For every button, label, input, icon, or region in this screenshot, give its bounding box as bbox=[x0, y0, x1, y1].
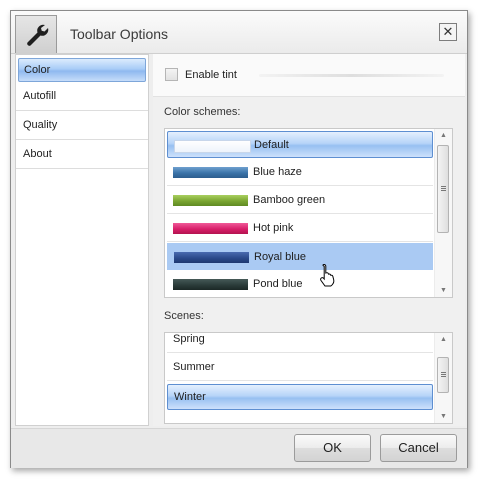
close-button[interactable]: ✕ bbox=[439, 23, 457, 41]
dialog-footer: OK Cancel bbox=[11, 428, 467, 468]
toolbar-options-dialog: Toolbar Options ✕ Color Autofill Quality… bbox=[10, 10, 468, 468]
nav-item-about[interactable]: About bbox=[16, 140, 148, 169]
enable-tint-checkbox[interactable] bbox=[165, 68, 178, 81]
grip-icon bbox=[441, 186, 446, 187]
scheme-default[interactable]: Default bbox=[167, 131, 433, 158]
nav-item-quality[interactable]: Quality bbox=[16, 111, 148, 140]
nav-item-autofill[interactable]: Autofill bbox=[16, 82, 148, 111]
scheme-swatch bbox=[174, 140, 251, 153]
scheme-swatch bbox=[174, 252, 249, 263]
hand-cursor-icon bbox=[320, 263, 335, 287]
scroll-up-arrow-icon[interactable]: ▲ bbox=[440, 132, 447, 139]
nav-item-color[interactable]: Color bbox=[18, 58, 146, 82]
color-settings-panel: Enable tint Color schemes: Default Blue … bbox=[153, 54, 465, 426]
scroll-up-arrow-icon[interactable]: ▲ bbox=[440, 336, 447, 343]
dialog-title: Toolbar Options bbox=[70, 26, 169, 42]
grip-icon bbox=[441, 372, 446, 373]
tint-slider[interactable] bbox=[259, 74, 444, 77]
scheme-label: Hot pink bbox=[253, 222, 294, 234]
scheme-swatch bbox=[173, 279, 248, 290]
color-schemes-label: Color schemes: bbox=[164, 106, 241, 118]
enable-tint-label: Enable tint bbox=[185, 69, 237, 81]
scheme-label: Bamboo green bbox=[253, 194, 326, 206]
scrollbar-thumb[interactable] bbox=[437, 357, 449, 393]
scheme-label: Blue haze bbox=[253, 166, 302, 178]
scene-summer[interactable]: Summer bbox=[167, 355, 433, 381]
scheme-bamboo-green[interactable]: Bamboo green bbox=[167, 187, 433, 214]
scheme-label: Default bbox=[254, 139, 289, 151]
scheme-hot-pink[interactable]: Hot pink bbox=[167, 215, 433, 242]
color-schemes-list: Default Blue haze Bamboo green Hot pink … bbox=[164, 128, 453, 298]
scene-spring[interactable]: Spring bbox=[167, 333, 433, 353]
scheme-label: Pond blue bbox=[253, 278, 303, 290]
title-bar: Toolbar Options ✕ bbox=[11, 11, 467, 54]
ok-button[interactable]: OK bbox=[294, 434, 371, 462]
scenes-label: Scenes: bbox=[164, 310, 204, 322]
scroll-down-arrow-icon[interactable]: ▼ bbox=[440, 287, 447, 294]
scheme-swatch bbox=[173, 167, 248, 178]
scene-label: Summer bbox=[173, 361, 215, 373]
scheme-label: Royal blue bbox=[254, 251, 306, 263]
scenes-scrollbar[interactable]: ▲ ▼ bbox=[434, 333, 452, 423]
color-schemes-scrollbar[interactable]: ▲ ▼ bbox=[434, 129, 452, 297]
cancel-button[interactable]: Cancel bbox=[380, 434, 457, 462]
wrench-icon bbox=[15, 15, 57, 53]
scheme-pond-blue[interactable]: Pond blue bbox=[167, 271, 433, 297]
tint-row: Enable tint bbox=[153, 54, 465, 97]
sidebar-nav: Color Autofill Quality About bbox=[15, 54, 149, 426]
scene-winter[interactable]: Winter bbox=[167, 384, 433, 410]
scene-label: Winter bbox=[174, 391, 206, 403]
scrollbar-thumb[interactable] bbox=[437, 145, 449, 233]
scenes-list: Spring Summer Winter ▲ ▼ bbox=[164, 332, 453, 424]
scroll-down-arrow-icon[interactable]: ▼ bbox=[440, 413, 447, 420]
scheme-royal-blue[interactable]: Royal blue bbox=[167, 243, 433, 270]
scheme-blue-haze[interactable]: Blue haze bbox=[167, 159, 433, 186]
scheme-swatch bbox=[173, 223, 248, 234]
scheme-swatch bbox=[173, 195, 248, 206]
scene-label: Spring bbox=[173, 333, 205, 345]
